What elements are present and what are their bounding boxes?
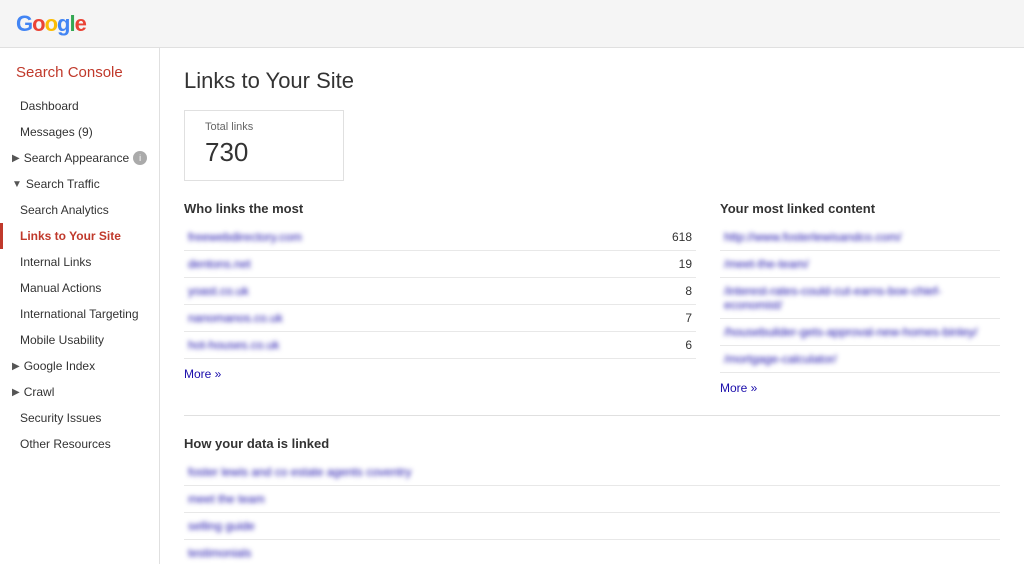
- most-linked-more-link[interactable]: More »: [720, 381, 757, 395]
- layout: Search Console Dashboard Messages (9) ▶ …: [0, 48, 1024, 564]
- who-links-more-link[interactable]: More »: [184, 367, 221, 381]
- link-url[interactable]: /interest-rates-could-cut-earns-boe-chie…: [724, 284, 941, 312]
- table-row: foster lewis and co estate agents covent…: [184, 459, 1000, 486]
- search-appearance-label: Search Appearance: [24, 151, 129, 165]
- sidebar-item-dashboard[interactable]: Dashboard: [0, 93, 159, 119]
- table-row: meet the team: [184, 486, 1000, 513]
- data-links-table: foster lewis and co estate agents covent…: [184, 459, 1000, 564]
- sidebar-item-messages[interactable]: Messages (9): [0, 119, 159, 145]
- link-url[interactable]: hot-houses.co.uk: [188, 338, 279, 352]
- link-url[interactable]: nanomanos.co.uk: [188, 311, 283, 325]
- sidebar-section-google-index[interactable]: ▶ Google Index: [0, 353, 159, 379]
- sidebar-item-manual-actions[interactable]: Manual Actions: [0, 275, 159, 301]
- most-linked-table: http://www.fosterlewisandco.com/ /meet-t…: [720, 224, 1000, 373]
- search-traffic-label: Search Traffic: [26, 177, 100, 191]
- sidebar-item-international-targeting[interactable]: International Targeting: [0, 301, 159, 327]
- table-row: /meet-the-team/: [720, 251, 1000, 278]
- sidebar-section-search-traffic[interactable]: ▼ Search Traffic: [0, 171, 159, 197]
- sidebar-item-internal-links[interactable]: Internal Links: [0, 249, 159, 275]
- link-count: 8: [646, 278, 696, 305]
- sidebar-section-search-appearance[interactable]: ▶ Search Appearance i: [0, 145, 159, 171]
- who-links-most-heading: Who links the most: [184, 201, 696, 216]
- who-links-table: freewebdirectory.com 618 dentons.net 19 …: [184, 224, 696, 359]
- google-logo: Google: [16, 11, 86, 37]
- logo-e: e: [75, 11, 86, 37]
- link-url[interactable]: http://www.fosterlewisandco.com/: [724, 230, 901, 244]
- two-col-section: Who links the most freewebdirectory.com …: [184, 201, 1000, 395]
- table-row: selling guide: [184, 513, 1000, 540]
- logo-g: G: [16, 11, 32, 37]
- link-url[interactable]: /housebuilder-gets-approval-new-homes-bi…: [724, 325, 977, 339]
- most-linked-content-section: Your most linked content http://www.fost…: [720, 201, 1000, 395]
- google-index-label: Google Index: [24, 359, 95, 373]
- app-title[interactable]: Search Console: [0, 56, 159, 93]
- link-count: 19: [646, 251, 696, 278]
- data-link[interactable]: foster lewis and co estate agents covent…: [188, 465, 411, 479]
- table-row: http://www.fosterlewisandco.com/: [720, 224, 1000, 251]
- logo-g2: g: [57, 11, 69, 37]
- total-links-label: Total links: [205, 121, 323, 133]
- arrow-down-icon: ▼: [12, 179, 22, 190]
- how-data-linked-heading: How your data is linked: [184, 436, 1000, 451]
- arrow-icon: ▶: [12, 153, 20, 164]
- total-links-box: Total links 730: [184, 110, 344, 181]
- link-url[interactable]: freewebdirectory.com: [188, 230, 302, 244]
- link-url[interactable]: /mortgage-calculator/: [724, 352, 837, 366]
- table-row: hot-houses.co.uk 6: [184, 332, 696, 359]
- data-link[interactable]: testimonials: [188, 546, 251, 560]
- page-title: Links to Your Site: [184, 68, 1000, 94]
- table-row: freewebdirectory.com 618: [184, 224, 696, 251]
- sidebar-item-other-resources[interactable]: Other Resources: [0, 431, 159, 457]
- who-links-most-section: Who links the most freewebdirectory.com …: [184, 201, 696, 395]
- logo-o2: o: [45, 11, 57, 37]
- link-url[interactable]: /meet-the-team/: [724, 257, 809, 271]
- data-link[interactable]: meet the team: [188, 492, 265, 506]
- link-url[interactable]: yoast.co.uk: [188, 284, 249, 298]
- crawl-label: Crawl: [24, 385, 55, 399]
- sidebar-section-crawl[interactable]: ▶ Crawl: [0, 379, 159, 405]
- logo-o1: o: [32, 11, 44, 37]
- link-count: 7: [646, 305, 696, 332]
- most-linked-content-heading: Your most linked content: [720, 201, 1000, 216]
- sidebar-item-links-to-your-site[interactable]: Links to Your Site: [0, 223, 159, 249]
- main-content: Links to Your Site Total links 730 Who l…: [160, 48, 1024, 564]
- table-row: dentons.net 19: [184, 251, 696, 278]
- header: Google: [0, 0, 1024, 48]
- data-link[interactable]: selling guide: [188, 519, 255, 533]
- total-links-value: 730: [205, 137, 323, 168]
- table-row: yoast.co.uk 8: [184, 278, 696, 305]
- link-url[interactable]: dentons.net: [188, 257, 251, 271]
- link-count: 618: [646, 224, 696, 251]
- table-row: /mortgage-calculator/: [720, 346, 1000, 373]
- sidebar-item-mobile-usability[interactable]: Mobile Usability: [0, 327, 159, 353]
- arrow-right-icon: ▶: [12, 361, 20, 372]
- sidebar-item-security-issues[interactable]: Security Issues: [0, 405, 159, 431]
- sidebar: Search Console Dashboard Messages (9) ▶ …: [0, 48, 160, 564]
- info-icon: i: [133, 151, 147, 165]
- sidebar-item-search-analytics[interactable]: Search Analytics: [0, 197, 159, 223]
- table-row: testimonials: [184, 540, 1000, 564]
- section-divider: [184, 415, 1000, 416]
- how-data-linked-section: How your data is linked foster lewis and…: [184, 436, 1000, 564]
- table-row: /interest-rates-could-cut-earns-boe-chie…: [720, 278, 1000, 319]
- table-row: nanomanos.co.uk 7: [184, 305, 696, 332]
- link-count: 6: [646, 332, 696, 359]
- table-row: /housebuilder-gets-approval-new-homes-bi…: [720, 319, 1000, 346]
- crawl-arrow-icon: ▶: [12, 387, 20, 398]
